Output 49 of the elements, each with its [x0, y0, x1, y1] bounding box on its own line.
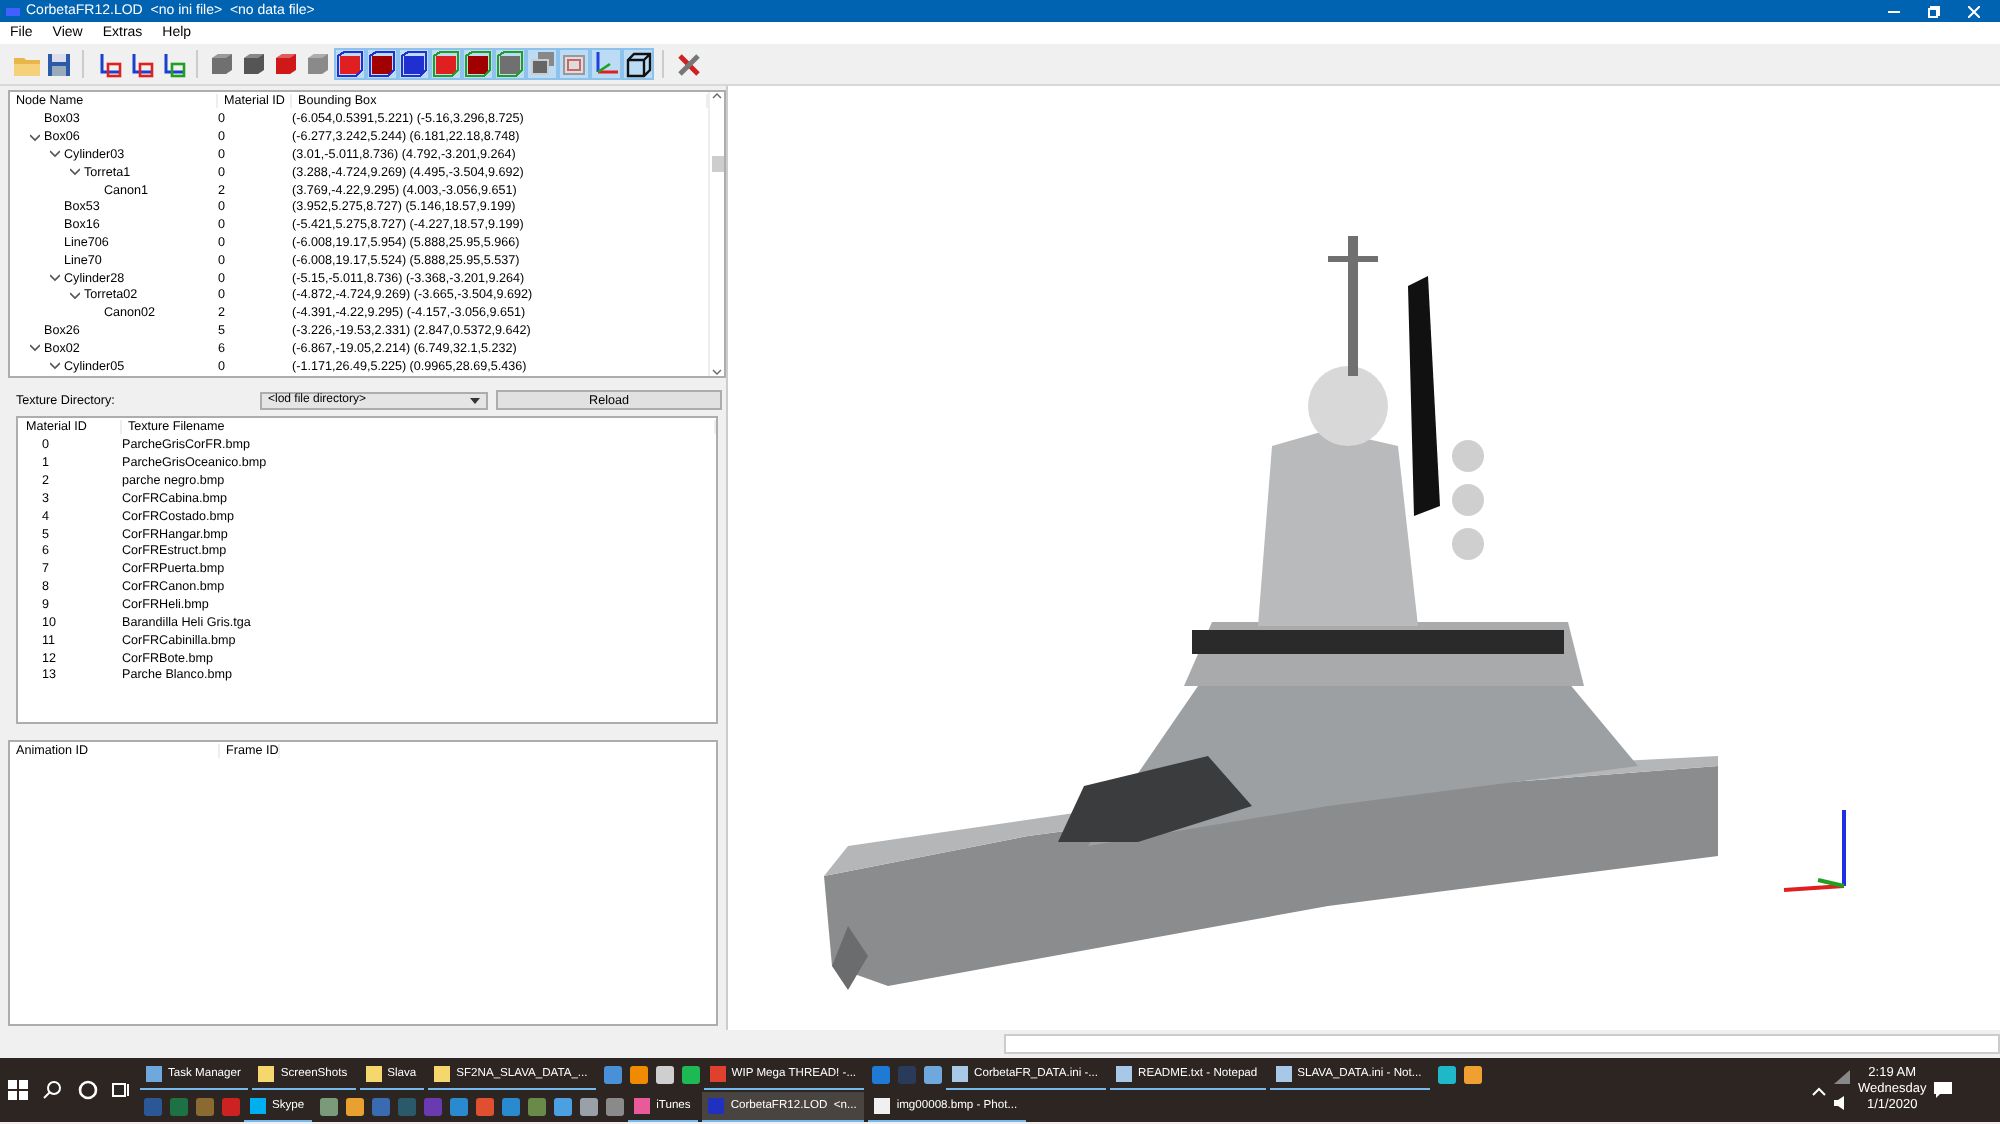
- layers-icon: [529, 52, 555, 76]
- cube-icon: [306, 52, 330, 76]
- app-icon[interactable]: [603, 1065, 622, 1083]
- app-icon[interactable]: [606, 1097, 625, 1115]
- folder-icon: [13, 53, 39, 75]
- cube-icon: [274, 52, 298, 76]
- toolbar-button[interactable]: [42, 48, 74, 80]
- minimize-icon[interactable]: [1888, 5, 1900, 17]
- app-icon[interactable]: [450, 1097, 469, 1115]
- circle-icon[interactable]: [77, 1080, 98, 1100]
- axes-icon: [95, 51, 121, 77]
- model-viewport[interactable]: [726, 86, 2000, 1030]
- scroll-up-icon[interactable]: [712, 92, 722, 100]
- scroll-thumb[interactable]: [711, 156, 723, 172]
- dropdown-arrow-icon: [470, 397, 480, 403]
- axes-icon: [159, 51, 185, 77]
- tools-icon: [675, 51, 701, 77]
- app-icon[interactable]: [629, 1065, 648, 1083]
- search-icon[interactable]: [42, 1080, 63, 1100]
- app-icon[interactable]: [655, 1065, 674, 1083]
- axes-icon: [1783, 810, 1846, 892]
- scrollbar[interactable]: [708, 92, 724, 376]
- network-icon[interactable]: [1834, 1070, 1850, 1084]
- volume-icon[interactable]: [1834, 1096, 1850, 1110]
- close-icon[interactable]: [1968, 5, 1980, 17]
- start-button[interactable]: [7, 1080, 28, 1100]
- cube-icon: [210, 52, 234, 76]
- app-logo-icon: [6, 7, 20, 15]
- app-icon[interactable]: [320, 1097, 339, 1115]
- cube-icon: [242, 52, 266, 76]
- restore-icon[interactable]: [1928, 5, 1940, 17]
- app-icon[interactable]: [1463, 1065, 1482, 1083]
- axes-icon: [127, 51, 153, 77]
- app-icon[interactable]: [502, 1097, 521, 1115]
- status-field[interactable]: [1004, 1034, 2000, 1054]
- app-icon[interactable]: [1437, 1065, 1456, 1083]
- toolbar-button[interactable]: [622, 48, 654, 80]
- app-icon[interactable]: [924, 1065, 943, 1083]
- app-icon[interactable]: [554, 1097, 573, 1115]
- task-view-icon[interactable]: [112, 1080, 133, 1100]
- notification-icon[interactable]: [1934, 1082, 1953, 1098]
- app-icon[interactable]: [580, 1097, 599, 1115]
- toolbar-button[interactable]: [238, 48, 270, 80]
- chevron-up-icon[interactable]: [1812, 1085, 1826, 1095]
- app-icon[interactable]: [681, 1065, 700, 1083]
- axes-icon: [594, 52, 618, 76]
- save-icon: [47, 53, 69, 75]
- scroll-down-icon[interactable]: [712, 368, 722, 376]
- app-icon[interactable]: [346, 1097, 365, 1115]
